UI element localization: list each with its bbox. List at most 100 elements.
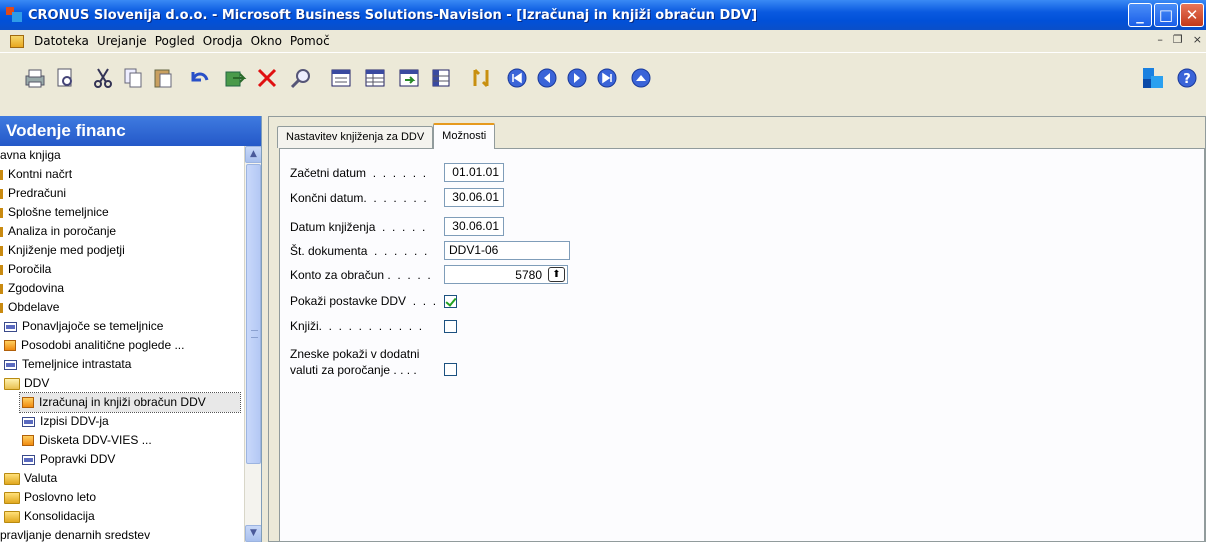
nav-item[interactable]: Konsolidacija	[0, 507, 261, 526]
nav-tree: avna knjiga Kontni načrt Predračuni Splošne…	[0, 146, 261, 542]
paste-icon[interactable]	[150, 65, 176, 91]
help-icon[interactable]: ?	[1174, 65, 1200, 91]
first-record-icon[interactable]	[504, 65, 530, 91]
undo-icon[interactable]	[186, 65, 212, 91]
form-view-icon[interactable]	[328, 65, 354, 91]
menu-bullet-icon	[0, 264, 3, 275]
nav-item[interactable]: Izpisi DDV-ja	[0, 412, 261, 431]
menu-bullet-icon	[0, 226, 3, 237]
lookup-icon[interactable]	[468, 65, 494, 91]
close-icon: ✕	[1185, 6, 1199, 24]
nav-item[interactable]: Obdelave	[0, 298, 261, 317]
nav-item[interactable]: avna knjiga	[0, 146, 261, 165]
nav-item[interactable]: Poslovno leto	[0, 488, 261, 507]
start-date-label: Začetni datum . . . . . .	[290, 165, 427, 180]
nav-item[interactable]: Disketa DDV-VIES ...	[0, 431, 261, 450]
maximize-button[interactable]: □	[1154, 3, 1178, 27]
menu-datoteka[interactable]: Datoteka	[30, 34, 93, 48]
nav-item[interactable]: pravljanje denarnih sredstev	[0, 526, 261, 542]
tab-options[interactable]: Možnosti	[433, 123, 496, 149]
lookup-arrow-icon[interactable]: ⬆	[548, 267, 565, 282]
previous-record-icon[interactable]	[534, 65, 560, 91]
document-menu-icon[interactable]	[10, 34, 24, 48]
report-icon	[22, 397, 34, 408]
up-icon[interactable]	[628, 65, 654, 91]
next-record-icon[interactable]	[564, 65, 590, 91]
copy-icon[interactable]	[120, 65, 146, 91]
last-record-icon[interactable]	[594, 65, 620, 91]
cut-icon[interactable]	[90, 65, 116, 91]
navigation-pane: Vodenje financ avna knjiga Kontni načrt Pr…	[0, 116, 262, 542]
minimize-button[interactable]: _	[1128, 3, 1152, 27]
close-button[interactable]: ✕	[1180, 3, 1204, 27]
nav-item[interactable]: DDV	[0, 374, 261, 393]
amounts-acy-checkbox[interactable]	[444, 363, 457, 376]
title-bar: CRONUS Slovenija d.o.o. - Microsoft Busi…	[0, 0, 1206, 30]
end-date-field[interactable]: 30.06.01	[444, 188, 504, 207]
print-icon[interactable]	[22, 65, 48, 91]
navision-icon[interactable]	[1140, 65, 1166, 91]
menu-bullet-icon	[0, 169, 3, 180]
menu-pomoc[interactable]: Pomoč	[286, 34, 334, 48]
nav-item-label: Temeljnice intrastata	[22, 357, 132, 371]
menu-pogled[interactable]: Pogled	[151, 34, 199, 48]
post-checkbox[interactable]	[444, 319, 457, 333]
nav-item-label: Izračunaj in knjiži obračun DDV	[39, 395, 206, 409]
menu-urejanje[interactable]: Urejanje	[93, 34, 151, 48]
folder-icon	[4, 510, 20, 523]
mdi-minimize-icon[interactable]: –	[1157, 33, 1163, 46]
nav-item[interactable]: Posodobi analitične poglede ...	[0, 336, 261, 355]
menu-orodja[interactable]: Orodja	[199, 34, 247, 48]
posting-date-field[interactable]: 30.06.01	[444, 217, 504, 236]
nav-item-label: Valuta	[24, 471, 58, 485]
nav-item[interactable]: Zgodovina	[0, 279, 261, 298]
minimize-icon: _	[1136, 6, 1144, 24]
nav-item[interactable]: Predračuni	[0, 184, 261, 203]
form-icon	[22, 454, 35, 465]
nav-item[interactable]: Ponavljajoče se temeljnice	[0, 317, 261, 336]
nav-item-label: Izpisi DDV-ja	[40, 414, 109, 428]
tab-vat-posting-setup[interactable]: Nastavitev knjiženja za DDV	[277, 126, 434, 148]
nav-item[interactable]: Splošne temeljnice	[0, 203, 261, 222]
folder-open-icon	[4, 377, 20, 390]
show-vat-entries-row: Pokaži postavke DDV . . .	[290, 294, 457, 308]
print-preview-icon[interactable]	[52, 65, 78, 91]
settlement-account-row: Konto za obračun . . . . . 5780 ⬆	[290, 265, 568, 284]
settlement-account-field[interactable]: 5780 ⬆	[444, 265, 568, 284]
menu-okno[interactable]: Okno	[247, 34, 286, 48]
end-date-row: Končni datum. . . . . . . 30.06.01	[290, 188, 504, 207]
nav-item[interactable]: Temeljnice intrastata	[0, 355, 261, 374]
request-form: Nastavitev knjiženja za DDV Možnosti Zač…	[268, 116, 1206, 542]
nav-item[interactable]: Popravki DDV	[0, 450, 261, 469]
scroll-down-icon[interactable]: ▼	[245, 525, 261, 542]
start-date-field[interactable]: 01.01.01	[444, 163, 504, 182]
nav-item[interactable]: Kontni načrt	[0, 165, 261, 184]
menu-bullet-icon	[0, 188, 3, 199]
card-icon[interactable]	[396, 65, 422, 91]
delete-icon[interactable]	[254, 65, 280, 91]
form-icon	[22, 416, 35, 427]
nav-item[interactable]: Knjiženje med podjetji	[0, 241, 261, 260]
nav-scrollbar[interactable]: ▲ ▼	[244, 146, 261, 542]
list-view-icon[interactable]	[362, 65, 388, 91]
post-icon[interactable]	[222, 65, 248, 91]
nav-item[interactable]: Analiza in poročanje	[0, 222, 261, 241]
scroll-up-icon[interactable]: ▲	[245, 146, 261, 163]
document-no-field[interactable]: DDV1-06	[444, 241, 570, 260]
menu-bullet-icon	[0, 207, 3, 218]
scroll-thumb[interactable]	[246, 164, 261, 464]
nav-item-label: Disketa DDV-VIES ...	[39, 433, 152, 447]
nav-item[interactable]: Valuta	[0, 469, 261, 488]
nav-item[interactable]: Izračunaj in knjiži obračun DDV	[19, 392, 241, 413]
nav-item[interactable]: Poročila	[0, 260, 261, 279]
document-no-label: Št. dokumenta . . . . . .	[290, 243, 428, 258]
menu-bar: Datoteka Urejanje Pogled Orodja Okno Pom…	[0, 30, 1206, 52]
table-icon[interactable]	[428, 65, 454, 91]
find-icon[interactable]	[288, 65, 314, 91]
nav-item-label: Posodobi analitične poglede ...	[21, 338, 185, 352]
show-vat-entries-checkbox[interactable]	[444, 294, 457, 308]
mdi-restore-icon[interactable]: ❐	[1173, 33, 1183, 46]
window-controls: _ □ ✕	[1128, 3, 1204, 27]
window-title: CRONUS Slovenija d.o.o. - Microsoft Busi…	[28, 7, 758, 23]
mdi-close-icon[interactable]: ×	[1193, 33, 1202, 46]
